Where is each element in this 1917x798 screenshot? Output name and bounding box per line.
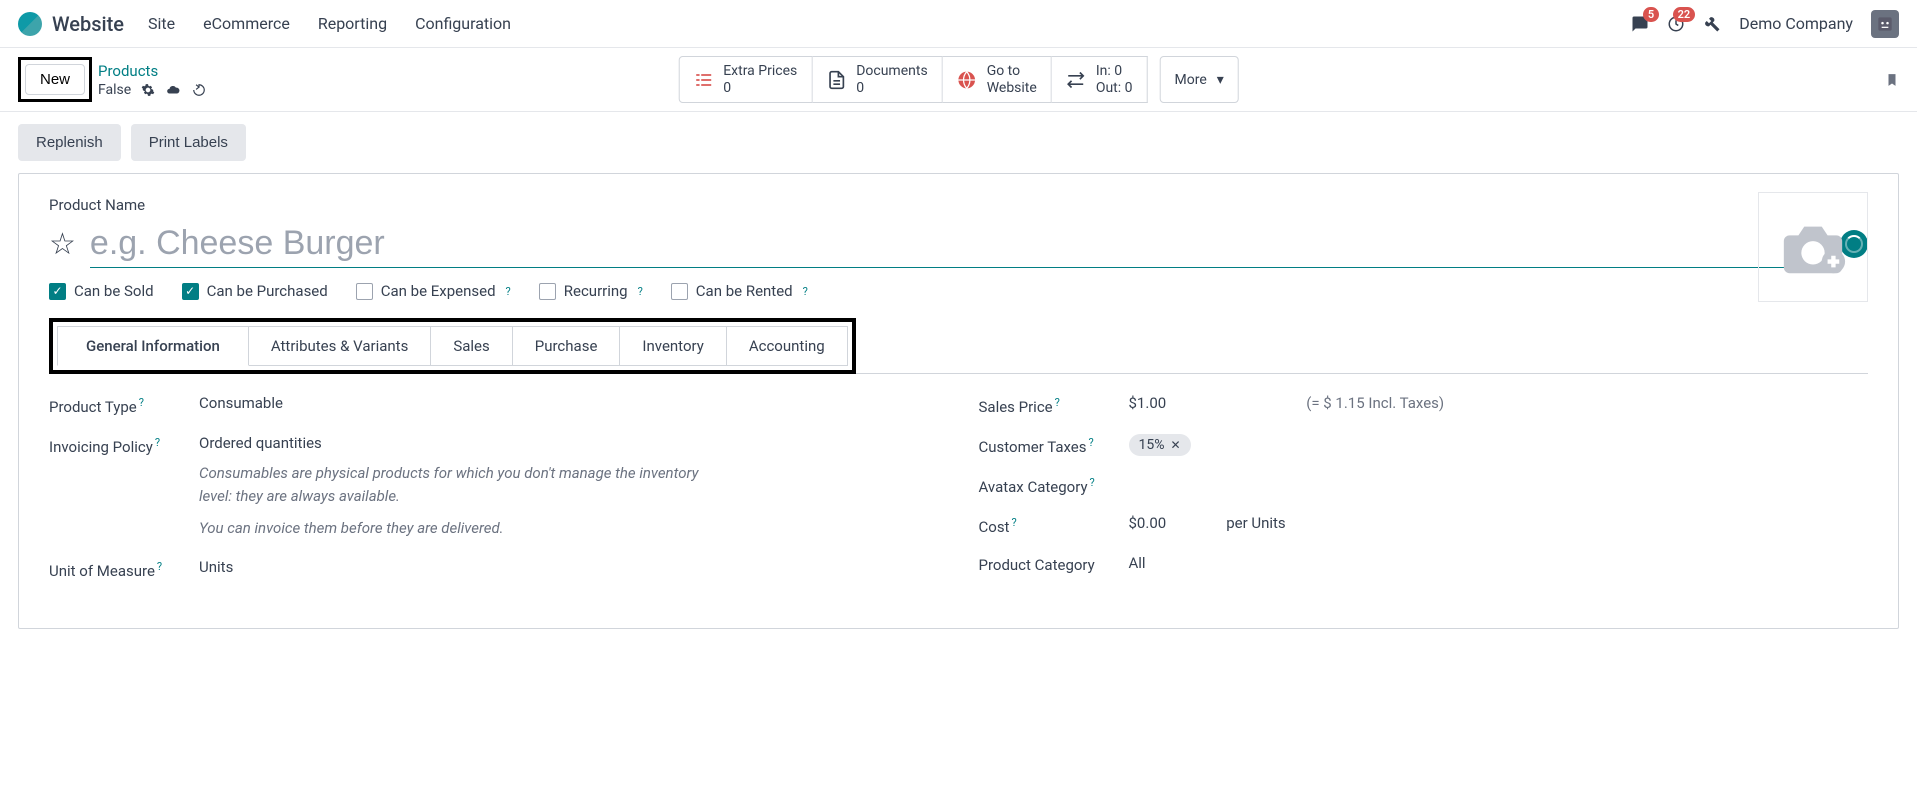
product-type-label: Product Type — [49, 398, 137, 416]
breadcrumb-products[interactable]: Products — [98, 62, 207, 80]
nav-ecommerce[interactable]: eCommerce — [203, 14, 290, 33]
replenish-button[interactable]: Replenish — [18, 124, 121, 161]
stat-inout[interactable]: In: 0Out: 0 — [1052, 56, 1148, 104]
product-tabs: General Information Attributes & Variant… — [57, 326, 848, 366]
invoicing-policy-value[interactable]: Ordered quantities — [199, 434, 939, 452]
invoicing-policy-label: Invoicing Policy — [49, 438, 153, 456]
new-button[interactable]: New — [25, 64, 85, 95]
favorite-star-icon[interactable]: ☆ — [49, 227, 76, 262]
tab-general-information[interactable]: General Information — [57, 326, 249, 366]
help-icon[interactable]: ? — [1055, 396, 1060, 409]
tabs-highlight: General Information Attributes & Variant… — [49, 318, 856, 374]
in-label: In: 0 — [1096, 63, 1133, 80]
tools-icon[interactable] — [1703, 15, 1721, 33]
chk-recurring[interactable]: Recurring? — [539, 282, 643, 300]
user-avatar[interactable] — [1871, 10, 1899, 38]
messages-badge: 5 — [1643, 7, 1659, 22]
tab-accounting[interactable]: Accounting — [727, 326, 848, 366]
extra-prices-val: 0 — [723, 80, 797, 97]
bookmark-icon[interactable] — [1885, 71, 1899, 89]
tab-inventory[interactable]: Inventory — [620, 326, 726, 366]
cost-label: Cost — [979, 518, 1010, 536]
tab-sales[interactable]: Sales — [431, 326, 512, 366]
stat-extra-prices[interactable]: Extra Prices0 — [678, 56, 812, 104]
help-icon[interactable]: ? — [506, 285, 511, 298]
avatax-label: Avatax Category — [979, 478, 1088, 496]
action-row: Replenish Print Labels — [0, 112, 1917, 173]
uom-value[interactable]: Units — [199, 558, 939, 576]
product-type-hint2: You can invoice them before they are del… — [199, 517, 699, 540]
checkbox-checked-icon: ✓ — [49, 283, 66, 300]
top-nav: Website Site eCommerce Reporting Configu… — [0, 0, 1917, 48]
product-type-hint1: Consumables are physical products for wh… — [199, 462, 699, 507]
remove-tag-icon[interactable]: ✕ — [1171, 438, 1181, 452]
uom-label: Unit of Measure — [49, 562, 155, 580]
stat-buttons: Extra Prices0 Documents0 Go toWebsite In… — [678, 56, 1239, 104]
help-icon[interactable]: ? — [1090, 476, 1095, 489]
help-icon[interactable]: ? — [155, 436, 160, 449]
new-highlight: New — [18, 57, 92, 102]
help-icon[interactable]: ? — [803, 285, 808, 298]
tab-attributes-variants[interactable]: Attributes & Variants — [249, 326, 431, 366]
help-icon[interactable]: ? — [638, 285, 643, 298]
more-label: More — [1175, 72, 1207, 88]
chk-can-be-expensed[interactable]: Can be Expensed? — [356, 282, 511, 300]
product-name-label: Product Name — [49, 196, 1868, 214]
product-image-upload[interactable] — [1758, 192, 1868, 302]
gear-icon[interactable] — [141, 83, 155, 97]
help-icon[interactable]: ? — [157, 560, 162, 573]
company-name[interactable]: Demo Company — [1739, 14, 1853, 33]
extra-prices-label: Extra Prices — [723, 63, 797, 80]
checkbox-icon — [671, 283, 688, 300]
nav-site[interactable]: Site — [148, 14, 175, 33]
tax-tag[interactable]: 15%✕ — [1129, 434, 1191, 456]
chk-can-be-purchased[interactable]: ✓Can be Purchased — [182, 282, 328, 300]
documents-label: Documents — [856, 63, 927, 80]
product-category-label: Product Category — [979, 554, 1129, 574]
activities-icon[interactable]: 22 — [1667, 15, 1685, 33]
sales-price-label: Sales Price — [979, 398, 1053, 416]
control-row: New Products False Extra Prices0 Documen… — [0, 48, 1917, 112]
product-name-input[interactable] — [90, 220, 1826, 268]
chk-can-be-rented[interactable]: Can be Rented? — [671, 282, 808, 300]
product-category-value[interactable]: All — [1129, 554, 1869, 572]
cost-unit: per Units — [1226, 514, 1286, 532]
app-logo[interactable] — [18, 12, 42, 36]
stat-documents[interactable]: Documents0 — [812, 56, 942, 104]
breadcrumb-current: False — [98, 82, 131, 98]
messages-icon[interactable]: 5 — [1631, 15, 1649, 33]
stat-more[interactable]: More ▾ — [1160, 56, 1239, 104]
nav-configuration[interactable]: Configuration — [415, 14, 511, 33]
help-icon[interactable]: ? — [139, 396, 144, 409]
undo-icon[interactable] — [191, 83, 207, 97]
cost-value[interactable]: $0.00 — [1129, 514, 1167, 532]
sales-price-incl: (= $ 1.15 Incl. Taxes) — [1306, 394, 1444, 412]
checkbox-checked-icon: ✓ — [182, 283, 199, 300]
help-icon[interactable]: ? — [1011, 516, 1016, 529]
print-labels-button[interactable]: Print Labels — [131, 124, 246, 161]
product-form: Product Name ☆ ✓Can be Sold ✓Can be Purc… — [18, 173, 1899, 629]
website-l1: Go to — [987, 63, 1037, 80]
customer-taxes-label: Customer Taxes — [979, 438, 1087, 456]
help-icon[interactable]: ? — [1088, 436, 1093, 449]
caret-down-icon: ▾ — [1217, 72, 1224, 88]
out-label: Out: 0 — [1096, 80, 1133, 97]
documents-val: 0 — [856, 80, 927, 97]
stat-website[interactable]: Go toWebsite — [943, 56, 1052, 104]
tab-purchase[interactable]: Purchase — [513, 326, 621, 366]
app-name[interactable]: Website — [52, 12, 124, 36]
checkbox-icon — [356, 283, 373, 300]
chk-can-be-sold[interactable]: ✓Can be Sold — [49, 282, 154, 300]
checkbox-icon — [539, 283, 556, 300]
sales-price-value[interactable]: $1.00 — [1129, 394, 1167, 412]
cloud-icon[interactable] — [165, 83, 181, 97]
nav-reporting[interactable]: Reporting — [318, 14, 387, 33]
activities-badge: 22 — [1673, 7, 1696, 22]
product-type-value[interactable]: Consumable — [199, 394, 939, 412]
website-l2: Website — [987, 80, 1037, 97]
